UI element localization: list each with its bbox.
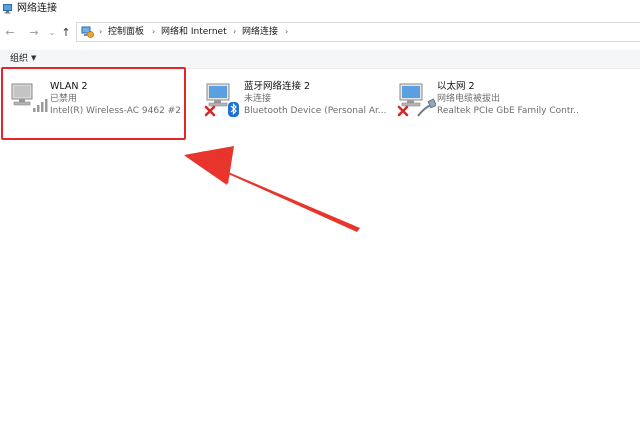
highlight-box <box>1 67 186 140</box>
recent-locations-chevron-icon[interactable]: ⌄ <box>45 26 59 40</box>
adapter-status: 未连接 <box>244 94 272 104</box>
adapter-device: Bluetooth Device (Personal Ar... <box>244 106 386 116</box>
title-bar: 网络连接 <box>0 0 640 20</box>
crumb-separator-icon: › <box>99 27 103 36</box>
bluetooth-adapter-icon <box>204 83 239 117</box>
adapter-device: Realtek PCIe GbE Family Contr... <box>437 106 579 116</box>
adapter-status: 网络电缆被拔出 <box>437 94 501 104</box>
breadcrumb-network-connections[interactable]: 网络连接 <box>242 26 278 38</box>
adapter-name: 以太网 2 <box>437 81 475 92</box>
window-title: 网络连接 <box>17 3 57 14</box>
crumb-separator-icon[interactable]: › <box>152 26 155 38</box>
arrow-up-icon[interactable]: ↑ <box>59 26 73 40</box>
arrow-left-icon[interactable]: ← <box>3 26 17 40</box>
address-bar[interactable]: › 控制面板 › 网络和 Internet › 网络连接 › <box>76 22 640 42</box>
adapter-bluetooth[interactable]: 蓝牙网络连接 2 未连接 Bluetooth Device (Personal … <box>198 74 388 140</box>
crumb-separator-icon[interactable]: › <box>233 26 236 38</box>
adapter-ethernet[interactable]: 以太网 2 网络电缆被拔出 Realtek PCIe GbE Family Co… <box>391 74 581 140</box>
arrow-right-icon[interactable]: → <box>27 26 41 40</box>
breadcrumb-network-internet[interactable]: 网络和 Internet <box>161 26 227 38</box>
organize-button[interactable]: 组织 <box>10 53 28 65</box>
adapter-name: 蓝牙网络连接 2 <box>244 81 311 92</box>
control-panel-icon <box>81 26 94 38</box>
chevron-down-icon[interactable]: ▼ <box>31 54 36 62</box>
ethernet-adapter-icon <box>397 83 436 117</box>
crumb-separator-icon[interactable]: › <box>285 26 288 38</box>
network-connections-icon <box>3 4 12 14</box>
breadcrumb-control-panel[interactable]: 控制面板 <box>108 26 144 38</box>
